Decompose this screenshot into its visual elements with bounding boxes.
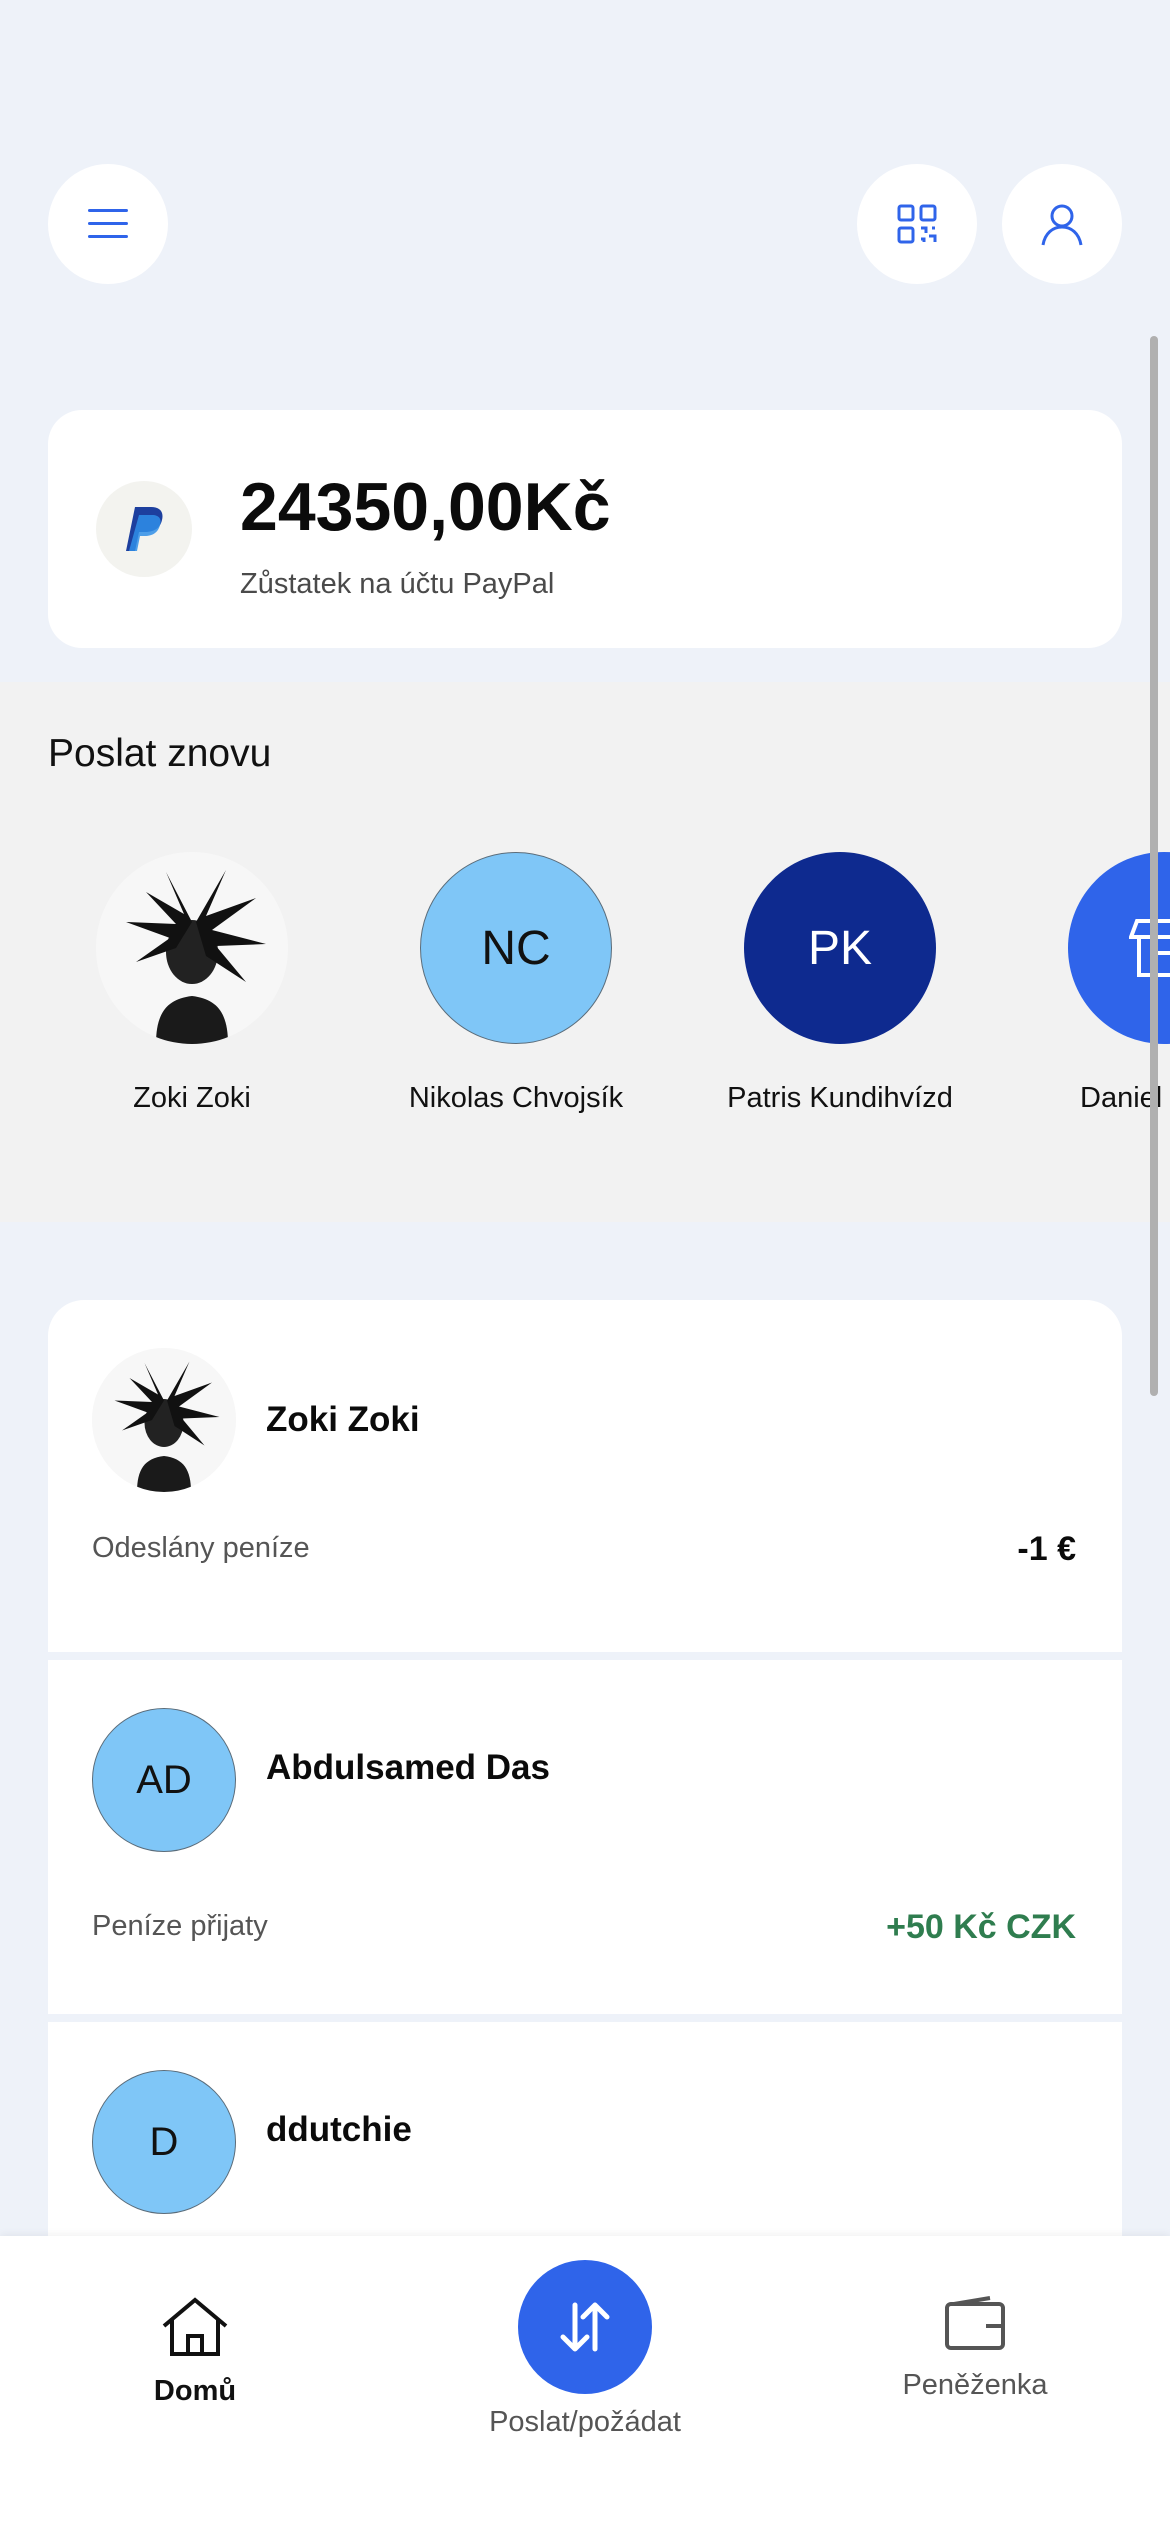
transaction-amount: -1 € [1017, 1530, 1076, 1568]
contact-patris-kundihvizd[interactable]: PK Patris Kundihvízd [678, 852, 1002, 1115]
transaction-description: Odeslány peníze [92, 1532, 310, 1564]
send-again-section: Poslat znovu Zoki Zoki NC Nikolas Chvojs… [0, 682, 1170, 1222]
bottom-navigation: Domů Poslat/požádat Peněženka [0, 2236, 1170, 2532]
transaction-item[interactable]: Zoki Zoki Odeslány peníze -1 € [48, 1300, 1122, 1652]
transaction-amount: +50 Kč CZK [886, 1908, 1076, 1946]
user-profile-icon [1041, 204, 1083, 246]
qr-code-icon [897, 204, 937, 244]
transaction-item[interactable]: AD Abdulsamed Das Peníze přijaty +50 Kč … [48, 1660, 1122, 2014]
balance-label: Zůstatek na účtu PayPal [240, 568, 555, 600]
balance-card[interactable]: 24350,00Kč Zůstatek na účtu PayPal [48, 410, 1122, 648]
avatar [92, 1348, 236, 1492]
menu-button[interactable] [48, 164, 168, 284]
nav-send-request[interactable]: Poslat/požádat [440, 2260, 730, 2439]
contact-nikolas-chvojsik[interactable]: NC Nikolas Chvojsík [354, 852, 678, 1115]
avatar: D [92, 2070, 236, 2214]
transfer-arrows-icon [560, 2302, 610, 2352]
contact-daniel[interactable]: Daniel [1002, 852, 1170, 1115]
transaction-description: Peníze přijaty [92, 1910, 268, 1942]
transaction-item[interactable]: D ddutchie [48, 2022, 1122, 2242]
send-request-button[interactable] [518, 2260, 652, 2394]
nav-send-label: Poslat/požádat [489, 2406, 681, 2438]
contact-name: Patris Kundihvízd [727, 1082, 953, 1114]
transaction-name: Zoki Zoki [266, 1400, 420, 1439]
home-icon [162, 2297, 228, 2356]
paypal-logo-icon [96, 481, 192, 577]
avatar: AD [92, 1708, 236, 1852]
balance-amount: 24350,00Kč [240, 469, 611, 545]
avatar [96, 852, 288, 1044]
nav-wallet[interactable]: Peněženka [875, 2296, 1075, 2402]
contact-zoki-zoki[interactable]: Zoki Zoki [30, 852, 354, 1115]
avatar: NC [420, 852, 612, 1044]
contact-name: Zoki Zoki [133, 1082, 251, 1114]
transaction-name: ddutchie [266, 2110, 412, 2149]
contact-name: Nikolas Chvojsík [408, 1082, 624, 1114]
profile-button[interactable] [1002, 164, 1122, 284]
nav-home-label: Domů [153, 2375, 237, 2407]
hamburger-menu-icon [88, 209, 128, 238]
scrollbar[interactable] [1150, 336, 1158, 1396]
section-title: Poslat znovu [48, 732, 272, 775]
wallet-icon [945, 2296, 1005, 2350]
qr-code-button[interactable] [857, 164, 977, 284]
nav-wallet-label: Peněženka [902, 2369, 1048, 2401]
nav-home[interactable]: Domů [115, 2296, 275, 2408]
avatar: PK [744, 852, 936, 1044]
transaction-name: Abdulsamed Das [266, 1748, 550, 1787]
